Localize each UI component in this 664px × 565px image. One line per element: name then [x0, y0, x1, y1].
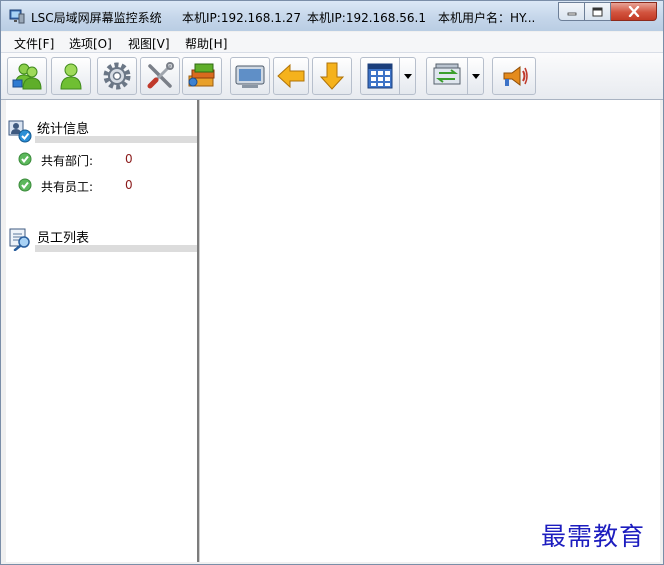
stats-section-divider	[35, 136, 197, 143]
stats-section-title[interactable]: 统计信息	[37, 118, 89, 137]
watermark: 最需教育	[541, 522, 646, 551]
arrow-left-icon	[277, 63, 305, 89]
user-button[interactable]	[51, 57, 91, 95]
minimize-icon	[567, 12, 576, 15]
menu-view[interactable]: 视图[V]	[128, 35, 170, 52]
chevron-down-icon	[403, 73, 412, 79]
departments-label: 共有部门:	[41, 154, 94, 168]
chevron-down-icon	[471, 73, 480, 79]
toolbar	[1, 53, 663, 100]
menu-options[interactable]: 选项[O]	[69, 35, 112, 52]
close-button[interactable]	[611, 2, 657, 21]
local-ip-1: 本机IP:192.168.1.27	[182, 11, 301, 25]
download-button[interactable]	[312, 57, 352, 95]
title-bar[interactable]: LSC局域网屏幕监控系统 本机IP:192.168.1.27 本机IP:192.…	[1, 1, 663, 31]
main-window: LSC局域网屏幕监控系统 本机IP:192.168.1.27 本机IP:192.…	[0, 0, 664, 565]
departments-count: 0	[125, 152, 133, 166]
menu-help[interactable]: 帮助[H]	[185, 35, 227, 52]
employee-search-icon	[9, 228, 30, 251]
books-button[interactable]	[182, 57, 222, 95]
previous-button[interactable]	[273, 57, 309, 95]
check-circle-icon	[18, 152, 32, 166]
monitor-icon	[235, 65, 265, 88]
broadcast-button[interactable]	[492, 57, 536, 95]
menu-bar: 文件[F] 选项[O] 视图[V] 帮助[H]	[1, 32, 663, 53]
statistics-icon	[8, 120, 32, 143]
grid-view-dropdown[interactable]	[400, 57, 416, 95]
settings-button[interactable]	[97, 57, 137, 95]
sidebar: 统计信息 共有部门: 0 共有员工: 0 员工列表	[6, 100, 199, 562]
switch-button[interactable]	[426, 57, 468, 95]
monitor-button[interactable]	[230, 57, 270, 95]
books-icon	[188, 63, 215, 87]
close-icon	[628, 6, 639, 17]
arrow-down-icon	[319, 62, 345, 90]
screen-view-area[interactable]	[199, 100, 660, 562]
local-username: 本机用户名：HY...	[438, 11, 536, 25]
users-group-button[interactable]	[7, 57, 47, 95]
gear-icon	[103, 62, 131, 90]
tools-button[interactable]	[140, 57, 180, 95]
menu-file[interactable]: 文件[F]	[14, 35, 54, 52]
local-ip-2: 本机IP:192.168.56.1	[307, 11, 426, 25]
employees-count: 0	[125, 178, 133, 192]
employees-label: 共有员工:	[41, 180, 94, 194]
grid-view-button[interactable]	[360, 57, 400, 95]
switch-icon	[433, 63, 461, 85]
employee-list-title[interactable]: 员工列表	[37, 227, 89, 246]
tools-icon	[147, 62, 174, 89]
employee-list-divider	[35, 245, 197, 252]
check-circle-icon	[18, 178, 32, 192]
maximize-icon	[592, 7, 603, 16]
maximize-button[interactable]	[585, 2, 611, 21]
window-title: LSC局域网屏幕监控系统	[31, 11, 162, 25]
app-monitor-icon	[9, 9, 25, 24]
window-controls	[558, 2, 657, 21]
broadcast-icon	[503, 66, 528, 86]
grid-view-icon	[367, 63, 393, 89]
switch-dropdown[interactable]	[468, 57, 484, 95]
minimize-button[interactable]	[558, 2, 585, 21]
user-icon	[60, 63, 82, 90]
users-group-icon	[12, 63, 42, 90]
